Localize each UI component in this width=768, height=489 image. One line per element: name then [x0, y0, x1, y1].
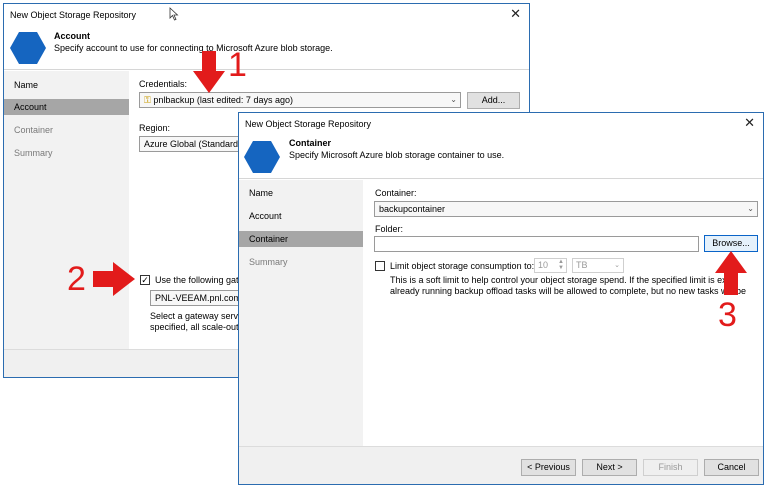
region-select[interactable]: Azure Global (Standard) [139, 136, 239, 152]
wizard-nav: Name Account Container Summary [4, 71, 129, 349]
arrow-up-icon [715, 251, 747, 295]
header-title: Container [289, 138, 332, 148]
chevron-down-icon: ⌄ [747, 204, 754, 213]
gateway-checkbox[interactable]: ✓ [140, 275, 150, 285]
gateway-note-line1: Select a gateway server [150, 311, 247, 321]
nav-item-container[interactable]: Container [239, 231, 363, 247]
limit-unit-select[interactable]: TB ⌄ [572, 258, 624, 273]
window-title: New Object Storage Repository [10, 10, 137, 20]
arrow-right-icon [93, 262, 135, 296]
nav-item-name[interactable]: Name [4, 77, 129, 93]
limit-unit: TB [576, 260, 588, 270]
folder-label: Folder: [375, 224, 404, 234]
limit-checkbox-label: Limit object storage consumption to: [390, 261, 535, 271]
nav-item-summary[interactable]: Summary [4, 145, 129, 161]
gateway-select[interactable]: PNL-VEEAM.pnl.com ( [150, 290, 240, 306]
finish-button[interactable]: Finish [643, 459, 698, 476]
previous-button[interactable]: < Previous [521, 459, 576, 476]
annotation-number-3: 3 [718, 296, 737, 334]
arrow-down-icon [193, 51, 225, 93]
repository-hex-icon [10, 32, 46, 64]
mouse-cursor-icon [169, 7, 179, 21]
key-icon: ⚿ [144, 95, 151, 105]
credentials-select[interactable]: ⚿ pnlbackup (last edited: 7 days ago) ⌄ [139, 92, 461, 108]
next-button[interactable]: Next > [582, 459, 637, 476]
wizard-nav: Name Account Container Summary [239, 180, 363, 448]
wizard-header: Container Specify Microsoft Azure blob s… [239, 135, 763, 179]
container-select[interactable]: backupcontainer ⌄ [374, 201, 758, 217]
gateway-value: PNL-VEEAM.pnl.com ( [155, 293, 240, 303]
close-icon[interactable]: ✕ [510, 6, 521, 22]
limit-note-line2: already running backup offload tasks wil… [390, 286, 747, 296]
region-value: Azure Global (Standard) [144, 139, 239, 149]
title-bar: New Object Storage Repository ✕ [4, 4, 529, 26]
container-value: backupcontainer [379, 204, 446, 214]
stepper-arrows-icon: ▲ ▼ [558, 259, 564, 271]
nav-item-account[interactable]: Account [4, 99, 129, 115]
chevron-down-icon: ⌄ [450, 95, 457, 104]
folder-input[interactable] [374, 236, 699, 252]
close-icon[interactable]: ✕ [744, 115, 755, 131]
credentials-label: Credentials: [139, 79, 188, 89]
title-bar: New Object Storage Repository ✕ [239, 113, 763, 135]
cancel-button[interactable]: Cancel [704, 459, 759, 476]
limit-value: 10 [538, 260, 549, 270]
container-dialog: New Object Storage Repository ✕ Containe… [238, 112, 764, 485]
annotation-number-1: 1 [228, 46, 247, 84]
limit-value-stepper[interactable]: 10 ▲ ▼ [534, 258, 567, 273]
wizard-footer: < Previous Next > Finish Cancel [239, 446, 763, 484]
limit-checkbox[interactable] [375, 261, 385, 271]
header-description: Specify Microsoft Azure blob storage con… [289, 150, 505, 160]
nav-item-name[interactable]: Name [239, 185, 363, 201]
annotation-number-2: 2 [67, 260, 86, 298]
nav-item-account[interactable]: Account [239, 208, 363, 224]
browse-button[interactable]: Browse... [704, 235, 758, 252]
credentials-value: pnlbackup (last edited: 7 days ago) [153, 95, 293, 105]
chevron-down-icon: ⌄ [614, 262, 620, 269]
limit-note-line1: This is a soft limit to help control you… [390, 275, 737, 285]
header-title: Account [54, 31, 90, 41]
nav-item-summary[interactable]: Summary [239, 254, 363, 270]
window-title: New Object Storage Repository [245, 119, 372, 129]
region-label: Region: [139, 123, 171, 133]
repository-hex-icon [244, 141, 280, 173]
nav-item-container[interactable]: Container [4, 122, 129, 138]
add-credentials-button[interactable]: Add... [467, 92, 520, 109]
gateway-checkbox-label: Use the following gatew [155, 275, 251, 285]
wizard-header: Account Specify account to use for conne… [4, 26, 529, 70]
container-label: Container: [375, 188, 417, 198]
gateway-note-line2: specified, all scale-out b [150, 322, 247, 332]
